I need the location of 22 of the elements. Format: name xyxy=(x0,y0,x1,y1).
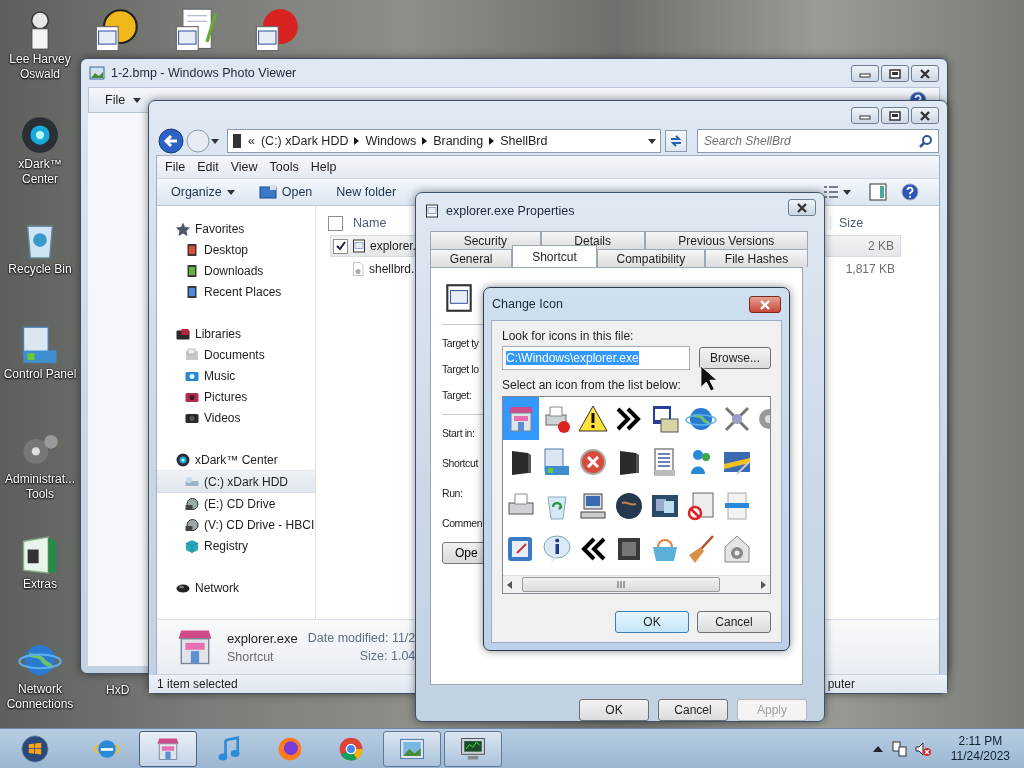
status-text: 1 item selected xyxy=(157,677,238,691)
field-label: Select an icon from the list below: xyxy=(502,378,681,392)
field-label: Commen xyxy=(442,517,483,531)
window-title: 1-2.bmp - Windows Photo Viewer xyxy=(111,66,297,80)
window-title: Change Icon xyxy=(492,297,563,311)
file-name: explorer.exe xyxy=(227,630,298,646)
field-label: Target ty xyxy=(442,337,479,351)
field-label: Run: xyxy=(442,487,463,501)
file-type: Shortcut xyxy=(227,649,275,664)
status-text: puter xyxy=(827,677,855,691)
file-size: Size: 1.04 xyxy=(358,649,416,663)
field-label: Shortcut xyxy=(442,457,478,471)
file-name: explorer. xyxy=(370,239,417,253)
file-size: 1,817 KB xyxy=(845,262,896,276)
field-label: Target lo xyxy=(442,363,479,377)
field-label: Target: xyxy=(442,389,472,403)
date-modified: Date modified: 11/2 xyxy=(307,631,416,645)
field-label: Look for icons in this file: xyxy=(502,329,634,343)
file-name: shellbrd. xyxy=(369,262,415,276)
window-title: explorer.exe Properties xyxy=(446,204,575,218)
file-size: 2 KB xyxy=(868,239,895,253)
field-label: Start in: xyxy=(442,427,475,441)
